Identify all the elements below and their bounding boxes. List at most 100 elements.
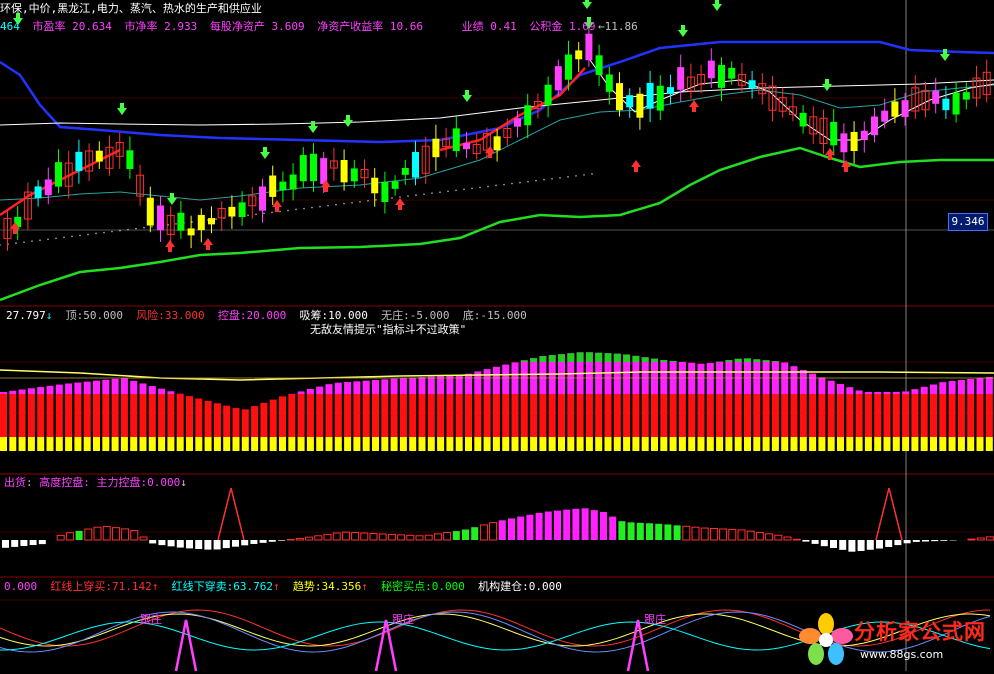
trend-dot [151, 226, 153, 228]
p2-bar-red-top [521, 394, 528, 412]
trend-dot [295, 209, 297, 211]
p3-bar-down [214, 540, 221, 549]
p2-bar-yellow [577, 437, 584, 451]
trend-dot [359, 201, 361, 203]
candle-body [708, 61, 715, 79]
p3-bar-up [342, 532, 349, 540]
p2-bar-red [791, 412, 798, 437]
p2-bar-red-top [214, 403, 221, 412]
p2-bar-yellow [186, 437, 193, 451]
candle-body [320, 158, 327, 184]
p2-bar-yellow [642, 437, 649, 451]
panel2-item-bottom: 底:-15.000, [463, 309, 534, 322]
p2-bar-yellow [326, 437, 333, 451]
p2-bar-yellow [177, 437, 184, 451]
p3-bar-up [536, 513, 543, 540]
site-logo[interactable]: 分析家公式网 www.88gs.com [796, 610, 992, 668]
candle-body [463, 143, 470, 149]
chart-stage[interactable]: 环保,中价,黑龙江,电力、蒸汽、热水的生产和供应业 464 市盈率:20.634… [0, 0, 994, 671]
p2-bar-red [911, 412, 918, 437]
p2-bar-red-top [37, 394, 44, 412]
p2-bar-magenta [902, 391, 909, 394]
p2-bar-red [74, 412, 81, 437]
p2-bar-red-top [884, 394, 891, 412]
p2-bar-red [660, 412, 667, 437]
p2-bar-red [949, 412, 956, 437]
p2-bar-yellow [121, 437, 128, 451]
p4-signal-spike-0 [176, 620, 196, 671]
candle-body [902, 100, 909, 117]
trend-dot [551, 178, 553, 180]
p3-bar-down [30, 540, 37, 545]
p2-bar-red-top [186, 396, 193, 412]
trend-dot [527, 181, 529, 183]
p2-bar-yellow [753, 437, 760, 451]
p2-bar-yellow [828, 437, 835, 451]
p3-bar-up [637, 523, 644, 540]
p2-bar-red-top [474, 394, 481, 412]
p2-bar-red [977, 412, 984, 437]
stock-info-text: 环保,中价,黑龙江,电力、蒸汽、热水的生产和供应业 [0, 2, 262, 15]
trend-dot [143, 227, 145, 229]
p2-bar-red [93, 412, 100, 437]
p2-bar-magenta [911, 389, 918, 394]
p2-bar-magenta [865, 392, 872, 394]
p2-bar-red [614, 412, 621, 437]
p2-bar-red [288, 412, 295, 437]
candle-body [545, 85, 552, 106]
trend-dot [399, 196, 401, 198]
p2-bar-magenta [651, 359, 658, 394]
trend-dot [327, 205, 329, 207]
trend-dot [447, 190, 449, 192]
p2-bar-red [65, 412, 72, 437]
p2-bar-red [958, 412, 965, 437]
p2-bar-green [521, 360, 528, 362]
p2-bar-yellow [911, 437, 918, 451]
p2-bar-red [567, 412, 574, 437]
panel3-item-high: 高度控盘: [39, 476, 90, 489]
p2-bar-magenta [56, 385, 63, 394]
p2-bar-red [270, 412, 277, 437]
p2-bar-yellow [56, 437, 63, 451]
p2-bar-red-top [493, 394, 500, 412]
p2-bar-red-top [605, 394, 612, 412]
p2-bar-yellow [716, 437, 723, 451]
trend-dot [135, 228, 137, 230]
chart-canvas[interactable] [0, 0, 994, 671]
p2-bar-yellow [112, 437, 119, 451]
p2-bar-green [539, 356, 546, 362]
p2-bar-red-top [307, 394, 314, 412]
p3-bar-down [39, 540, 46, 544]
candle-body [177, 213, 184, 231]
p3-bar-up [370, 534, 377, 541]
p3-bar-up [324, 534, 331, 540]
p2-bar-red-top [865, 394, 872, 412]
p2-bar-red-top [679, 394, 686, 412]
p2-bar-red-top [539, 394, 546, 412]
p2-bar-yellow [586, 437, 593, 451]
p3-bar-down [149, 540, 156, 543]
p2-bar-red-top [400, 394, 407, 412]
p2-bar-magenta [828, 381, 835, 394]
candle-body [381, 182, 388, 202]
p2-bar-magenta [84, 382, 91, 394]
p2-bar-yellow [428, 437, 435, 451]
panel2-item-absorb: 吸筹:10.000, [300, 309, 375, 322]
p2-bar-yellow [233, 437, 240, 451]
p2-bar-magenta [958, 380, 965, 394]
p2-bar-green [725, 360, 732, 362]
panel2-item-control: 控盘:20.000, [218, 309, 293, 322]
p2-bar-magenta [446, 376, 453, 394]
p2-bar-red [158, 412, 165, 437]
p2-bar-yellow [614, 437, 621, 451]
p3-bar-up [140, 537, 147, 540]
trend-dot [247, 214, 249, 216]
logo-url[interactable]: www.88gs.com [860, 648, 943, 661]
p3-bar-up [793, 539, 800, 540]
p3-bar-down [830, 540, 837, 548]
p2-bar-red [781, 412, 788, 437]
p2-bar-red-top [577, 394, 584, 412]
p2-bar-red-top [707, 394, 714, 412]
p2-bar-red-top [716, 394, 723, 412]
p3-bar-down [177, 540, 184, 548]
